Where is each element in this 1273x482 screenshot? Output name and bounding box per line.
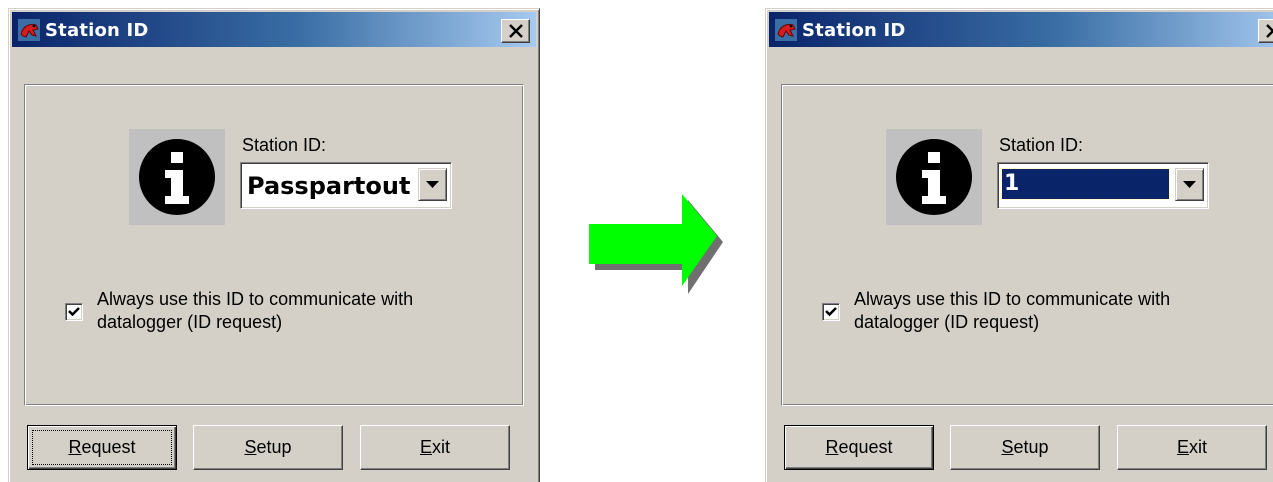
close-button[interactable] (1258, 19, 1273, 43)
label-line-1: Always use this ID to communicate with (97, 289, 414, 309)
request-mnemonic: R (825, 437, 839, 457)
label-line-2: datalogger (ID request) (854, 312, 1040, 332)
arrow-right-icon (589, 194, 723, 294)
exit-rest: xit (1189, 437, 1207, 457)
setup-button[interactable]: Setup (193, 425, 343, 470)
station-id-dialog-before: Station ID Station ID: Passpartout Alway… (8, 8, 540, 482)
dropdown-button[interactable] (1175, 168, 1204, 201)
station-id-dialog-after: Station ID Station ID: 1 Always use this… (765, 8, 1273, 482)
always-use-id-checkbox[interactable] (822, 303, 840, 321)
label-line-1: Always use this ID to communicate with (854, 289, 1171, 309)
checkmark-icon (825, 307, 837, 317)
exit-mnemonic: E (1176, 437, 1189, 457)
request-button[interactable]: Request (784, 425, 934, 470)
exit-button[interactable]: Exit (1117, 425, 1267, 470)
exit-button[interactable]: Exit (360, 425, 510, 470)
window-title: Station ID (802, 20, 906, 41)
station-id-label: Station ID: (999, 135, 1084, 155)
info-icon (129, 129, 225, 225)
station-id-label: Station ID: (242, 135, 327, 155)
dropdown-button[interactable] (418, 168, 447, 201)
frog-app-icon (775, 19, 797, 41)
setup-mnemonic: S (244, 437, 257, 457)
request-rest: equest (838, 437, 893, 457)
close-button[interactable] (501, 19, 530, 43)
exit-mnemonic: E (419, 437, 432, 457)
title-bar[interactable]: Station ID (12, 12, 536, 47)
close-icon (509, 24, 523, 38)
chevron-down-icon (1183, 181, 1196, 188)
title-bar[interactable]: Station ID (769, 12, 1273, 47)
always-use-id-label: Always use this ID to communicate with d… (97, 288, 507, 334)
transition-arrow (585, 190, 725, 300)
setup-button[interactable]: Setup (950, 425, 1100, 470)
setup-label: Setup (1001, 437, 1048, 458)
request-button[interactable]: Request (27, 425, 177, 470)
chevron-down-icon (426, 181, 439, 188)
always-use-id-label: Always use this ID to communicate with d… (854, 288, 1264, 334)
setup-rest: etup (256, 437, 292, 457)
setup-mnemonic: S (1001, 437, 1014, 457)
close-icon (1266, 24, 1273, 38)
always-use-id-checkbox[interactable] (65, 303, 83, 321)
exit-rest: xit (432, 437, 450, 457)
frog-app-icon (18, 19, 40, 41)
focus-ring (32, 430, 172, 465)
checkmark-icon (68, 307, 80, 317)
exit-label: Exit (420, 437, 450, 458)
exit-label: Exit (1177, 437, 1207, 458)
station-id-value[interactable]: Passpartout (247, 172, 410, 200)
window-title: Station ID (45, 20, 149, 41)
station-id-combobox[interactable]: 1 (997, 162, 1209, 209)
info-icon (886, 129, 982, 225)
label-line-2: datalogger (ID request) (97, 312, 283, 332)
setup-rest: etup (1013, 437, 1049, 457)
station-id-value-selected[interactable]: 1 (1001, 168, 1170, 200)
station-id-combobox[interactable]: Passpartout (240, 162, 452, 209)
setup-label: Setup (244, 437, 291, 458)
settings-group (24, 84, 524, 406)
settings-group (781, 84, 1273, 406)
request-label: Request (825, 437, 892, 458)
